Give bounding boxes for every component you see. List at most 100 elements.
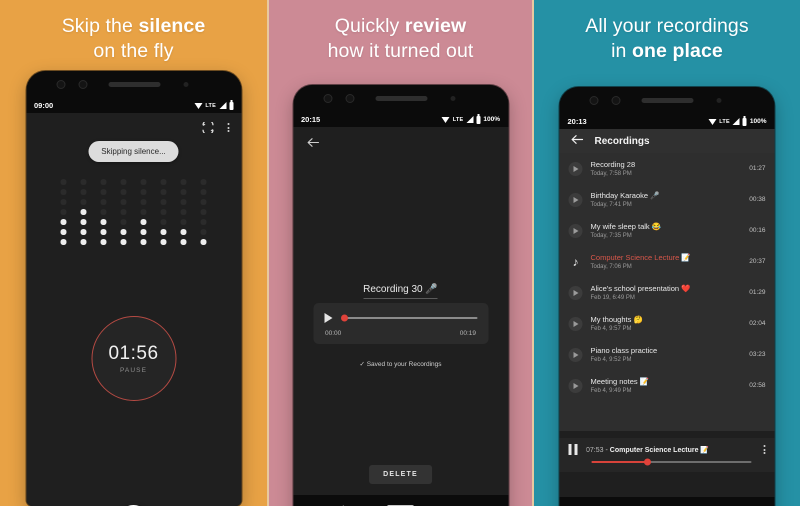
front-camera-secondary-icon [345,94,354,103]
system-nav-bar-2: ‹ [293,495,508,506]
proximity-sensor-icon [183,82,188,87]
recording-date: Today, 7:41 PM [590,202,632,208]
mini-player-track-name: Computer Science Lecture 📝 [609,446,710,454]
recording-name: My wife sleep talk 😂 [590,222,662,231]
play-circle-icon[interactable] [568,161,583,176]
recording-date: Feb 4, 9:52 PM [590,357,632,363]
back-button[interactable] [293,127,508,150]
recording-row[interactable]: My thoughts 🤔 Feb 4, 9:57 PM 02:04 [560,308,775,339]
play-icon[interactable] [324,313,332,323]
pause-icon[interactable] [568,444,577,455]
recording-title[interactable]: Recording 30 🎤 [363,284,438,299]
mini-player-seek-knob[interactable] [644,458,651,466]
system-back-button[interactable]: ‹ [341,502,344,506]
arrow-left-icon [571,135,584,144]
wifi-icon [194,102,203,109]
recording-title-container: Recording 30 🎤 [293,279,508,299]
phone-mockup-1: 09:00 LTE Skipping silence... 01:56 PAUS… [26,71,241,506]
panel-2-headline: Quickly review how it turned out [269,0,532,64]
recording-meta: My wife sleep talk 😂 Today, 7:35 PM [591,222,737,239]
recording-toolbar [26,113,241,133]
mini-player-seek-slider[interactable] [591,458,752,466]
mini-player-elapsed: 07:53 [586,446,604,454]
recording-row[interactable]: ♪ Computer Science Lecture 📝 Today, 7:06 P… [560,246,775,277]
headline-line1-bold: review [404,15,467,37]
proximity-sensor-icon [716,98,722,103]
signal-icon [732,118,740,125]
recording-date: Today, 7:06 PM [590,264,632,270]
status-bar-3: 20:13 LTE 100% [559,114,775,129]
recording-date: Feb 19, 6:49 PM [590,295,635,301]
app-bar: Recordings [559,129,775,153]
recording-row[interactable]: Alice's school presentation ❤️ Feb 19, 6:… [560,277,775,308]
earpiece-speaker [375,96,427,101]
more-vertical-icon[interactable] [763,445,766,454]
signal-icon [219,102,226,109]
recording-duration: 20:37 [749,258,766,265]
review-screen: Recording 30 🎤 00:00 00:19 ✓ Saved to yo [293,127,508,495]
recording-row[interactable]: Recording 28 Today, 7:58 PM 01:27 [560,153,775,184]
phone-bezel-top [26,71,241,98]
audio-level-matrix [60,179,207,245]
mini-player: 07:53 - Computer Science Lecture 📝 [559,438,775,472]
music-note-icon[interactable]: ♪ [569,255,583,269]
recording-duration: 03:23 [749,351,766,358]
delete-button[interactable]: DELETE [369,465,432,484]
play-circle-icon[interactable] [568,192,583,207]
recording-row[interactable]: Piano class practice Feb 4, 9:52 PM 03:23 [560,339,775,370]
play-circle-icon[interactable] [568,378,583,393]
status-time: 20:15 [301,115,321,124]
phone-bezel-top [293,85,508,112]
play-circle-icon[interactable] [568,347,583,362]
promo-panel-skip-silence: Skip the silence on the fly 09:00 LTE Sk… [0,0,267,506]
play-circle-icon[interactable] [568,223,583,238]
screenshot-stage: Skip the silence on the fly 09:00 LTE Sk… [0,0,800,506]
recording-duration: 01:27 [749,165,766,172]
back-button[interactable] [571,134,584,148]
proximity-sensor-icon [450,96,455,101]
status-time: 09:00 [34,101,54,110]
system-nav-bar-3: ‹ [559,497,775,506]
mini-player-progress-fill [591,461,648,463]
recording-screen: Skipping silence... 01:56 PAUSE [26,113,241,506]
seek-knob[interactable] [341,314,349,322]
recording-row[interactable]: Meeting notes 📝 Feb 4, 9:49 PM 02:58 [560,370,775,401]
panel-3-headline: All your recordings in one place [534,0,800,64]
play-circle-icon[interactable] [568,316,583,331]
phone-mockup-2: 20:15 LTE 100% Recording 30 🎤 00:00 00:1… [293,85,508,506]
recording-meta: Birthday Karaoke 🎤 Today, 7:41 PM [591,191,737,208]
audio-player-card: 00:00 00:19 [313,303,488,344]
record-timer-button[interactable]: 01:56 PAUSE [91,316,176,401]
recording-meta: Piano class practice Feb 4, 9:52 PM [591,346,737,363]
phone-bezel-top [559,87,775,114]
arrow-left-icon [307,138,319,147]
recording-row[interactable]: My wife sleep talk 😂 Today, 7:35 PM 00:16 [560,215,775,246]
timer-container: 01:56 PAUSE [26,316,241,401]
mini-player-title: 07:53 - Computer Science Lecture 📝 [586,446,755,454]
earpiece-speaker [641,98,694,103]
total-time: 00:19 [459,330,476,337]
recording-meta: Computer Science Lecture 📝 Today, 7:06 PM [591,253,737,270]
battery-icon [476,114,481,124]
front-camera-icon [56,80,65,89]
front-camera-secondary-icon [611,96,621,105]
recording-name: Alice's school presentation ❤️ [590,284,691,293]
recording-date: Feb 4, 9:49 PM [590,388,632,394]
wifi-icon [441,116,450,123]
recording-date: Today, 7:58 PM [590,171,632,177]
headline-line2-bold: one place [632,40,723,62]
recording-duration: 00:38 [749,196,766,203]
headline-line2: on the fly [93,40,174,62]
seek-slider[interactable] [341,314,477,322]
status-bar-2: 20:15 LTE 100% [293,112,508,127]
skip-silence-icon[interactable] [201,122,214,133]
headline-line2-prefix: in [611,40,633,62]
recording-date: Feb 4, 9:57 PM [590,326,632,332]
front-camera-icon [589,96,599,105]
network-type-label: LTE [452,116,464,123]
more-vertical-icon[interactable] [227,123,229,132]
play-circle-icon[interactable] [568,285,583,300]
recording-row[interactable]: Birthday Karaoke 🎤 Today, 7:41 PM 00:38 [560,184,775,215]
recordings-list[interactable]: Recording 28 Today, 7:58 PM 01:27 Birthday … [559,153,775,431]
recording-meta: My thoughts 🤔 Feb 4, 9:57 PM [591,315,737,332]
